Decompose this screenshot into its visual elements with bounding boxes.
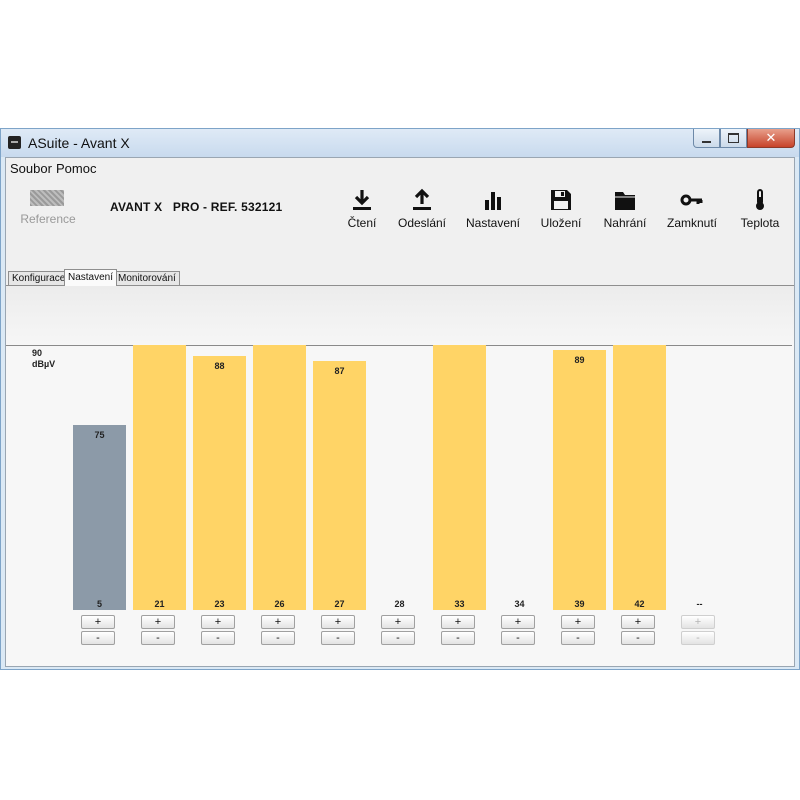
minimize-button[interactable] [693,129,720,148]
title-bar[interactable]: ASuite - Avant X ✕ [1,129,799,157]
increase-level-button[interactable]: + [381,615,415,629]
increase-level-button[interactable]: + [441,615,475,629]
increase-level-button[interactable]: + [621,615,655,629]
bar-value-label: 87 [334,365,345,376]
increase-level-button[interactable]: + [81,615,115,629]
channel-label: 5 [96,599,102,609]
download-icon [353,190,371,210]
increase-level-button[interactable]: + [501,615,535,629]
channel-bar[interactable] [133,345,186,610]
tab-strip: Konfigurace Nastavení Monitorování [6,269,794,286]
channel-bar[interactable] [613,345,666,610]
read-button[interactable]: Čtení [338,186,386,236]
decrease-level-button[interactable]: - [201,631,235,645]
channel-label: 27 [334,599,345,609]
key-icon [680,194,703,206]
menu-pomoc[interactable]: Pomoc [56,161,96,176]
tab-monitorovani[interactable]: Monitorování [114,271,180,285]
folder-icon [615,192,635,210]
decrease-level-button[interactable]: - [501,631,535,645]
increase-level-button[interactable]: + [201,615,235,629]
app-window: ASuite - Avant X ✕ Soubor Pomoc Referenc… [0,128,800,670]
decrease-level-button[interactable]: - [261,631,295,645]
read-label: Čtení [347,216,377,230]
close-button[interactable]: ✕ [747,129,795,148]
increase-level-button[interactable]: + [261,615,295,629]
channel-label: 26 [274,599,285,609]
decrease-level-button[interactable]: - [81,631,115,645]
save-label: Uložení [540,216,582,230]
app-icon [8,136,21,149]
menu-soubor[interactable]: Soubor [10,161,52,176]
decrease-level-button[interactable]: - [681,631,715,645]
minimize-icon [702,140,711,143]
channel-label: 28 [394,599,405,609]
channel-bar[interactable] [253,345,306,610]
toolbar: Reference AVANT X PRO - REF. 532121 Čten… [6,180,794,244]
temperature-label: Teplota [740,216,780,230]
lock-label: Zamknutí [666,216,717,230]
bar-value-label: 75 [94,429,105,440]
decrease-level-button[interactable]: - [621,631,655,645]
reference-line [6,345,792,346]
increase-level-button[interactable]: + [321,615,355,629]
channel-bar[interactable] [433,345,486,610]
settings-panel: 90 dBµV 75 5 + - 21 + - 88 23 + - 26 + - 87 27 + - 28 + - 33 +… [6,285,794,666]
reference-value: 90 [32,348,43,358]
bar-value-label: 89 [574,355,585,366]
load-button[interactable]: Nahrání [598,186,652,236]
decrease-level-button[interactable]: - [381,631,415,645]
channel-label: 39 [574,599,585,609]
window-title: ASuite - Avant X [28,135,130,151]
settings-button[interactable]: Nastavení [462,186,524,236]
thermometer-icon [756,189,764,210]
floppy-disk-icon [551,190,571,210]
lock-button[interactable]: Zamknutí [662,186,722,236]
decrease-level-button[interactable]: - [441,631,475,645]
tab-konfigurace[interactable]: Konfigurace [8,271,70,285]
maximize-icon [728,133,739,143]
decrease-level-button[interactable]: - [561,631,595,645]
channel-label: 42 [634,599,645,609]
save-button[interactable]: Uložení [533,186,589,236]
channel-label: -- [696,599,703,609]
channel-bar[interactable] [313,360,366,610]
reference-button[interactable]: Reference [16,186,80,234]
channel-bar[interactable] [73,424,126,610]
channel-label: 23 [214,599,225,609]
temperature-button[interactable]: Teplota [734,186,786,236]
close-icon: ✕ [765,130,777,145]
channel-label: 34 [514,599,525,609]
level-chart: 90 dBµV 75 5 + - 21 + - 88 23 + - 26 + - 87 27 + - 28 + - 33 +… [6,286,794,667]
device-name: AVANT X PRO - REF. 532121 [110,200,283,214]
reference-image-icon [30,190,64,206]
increase-level-button[interactable]: + [681,615,715,629]
reference-label: Reference [20,212,76,226]
bar-value-label: 88 [214,360,225,371]
send-button[interactable]: Odeslání [392,186,452,236]
reference-unit: dBµV [32,359,56,369]
channel-bar[interactable] [553,350,606,610]
channel-bar[interactable] [193,355,246,610]
channel-label: 21 [154,599,165,609]
increase-level-button[interactable]: + [141,615,175,629]
settings-label: Nastavení [465,216,521,230]
maximize-button[interactable] [720,129,747,148]
send-label: Odeslání [397,216,447,230]
decrease-level-button[interactable]: - [141,631,175,645]
upload-icon [413,188,431,210]
channel-label: 33 [454,599,465,609]
increase-level-button[interactable]: + [561,615,595,629]
decrease-level-button[interactable]: - [321,631,355,645]
load-label: Nahrání [603,216,647,230]
tab-nastaveni[interactable]: Nastavení [64,269,118,286]
menu-bar: Soubor Pomoc [6,158,794,180]
client-area: Soubor Pomoc Reference AVANT X PRO - REF… [5,157,795,667]
bar-chart-icon [485,192,501,210]
